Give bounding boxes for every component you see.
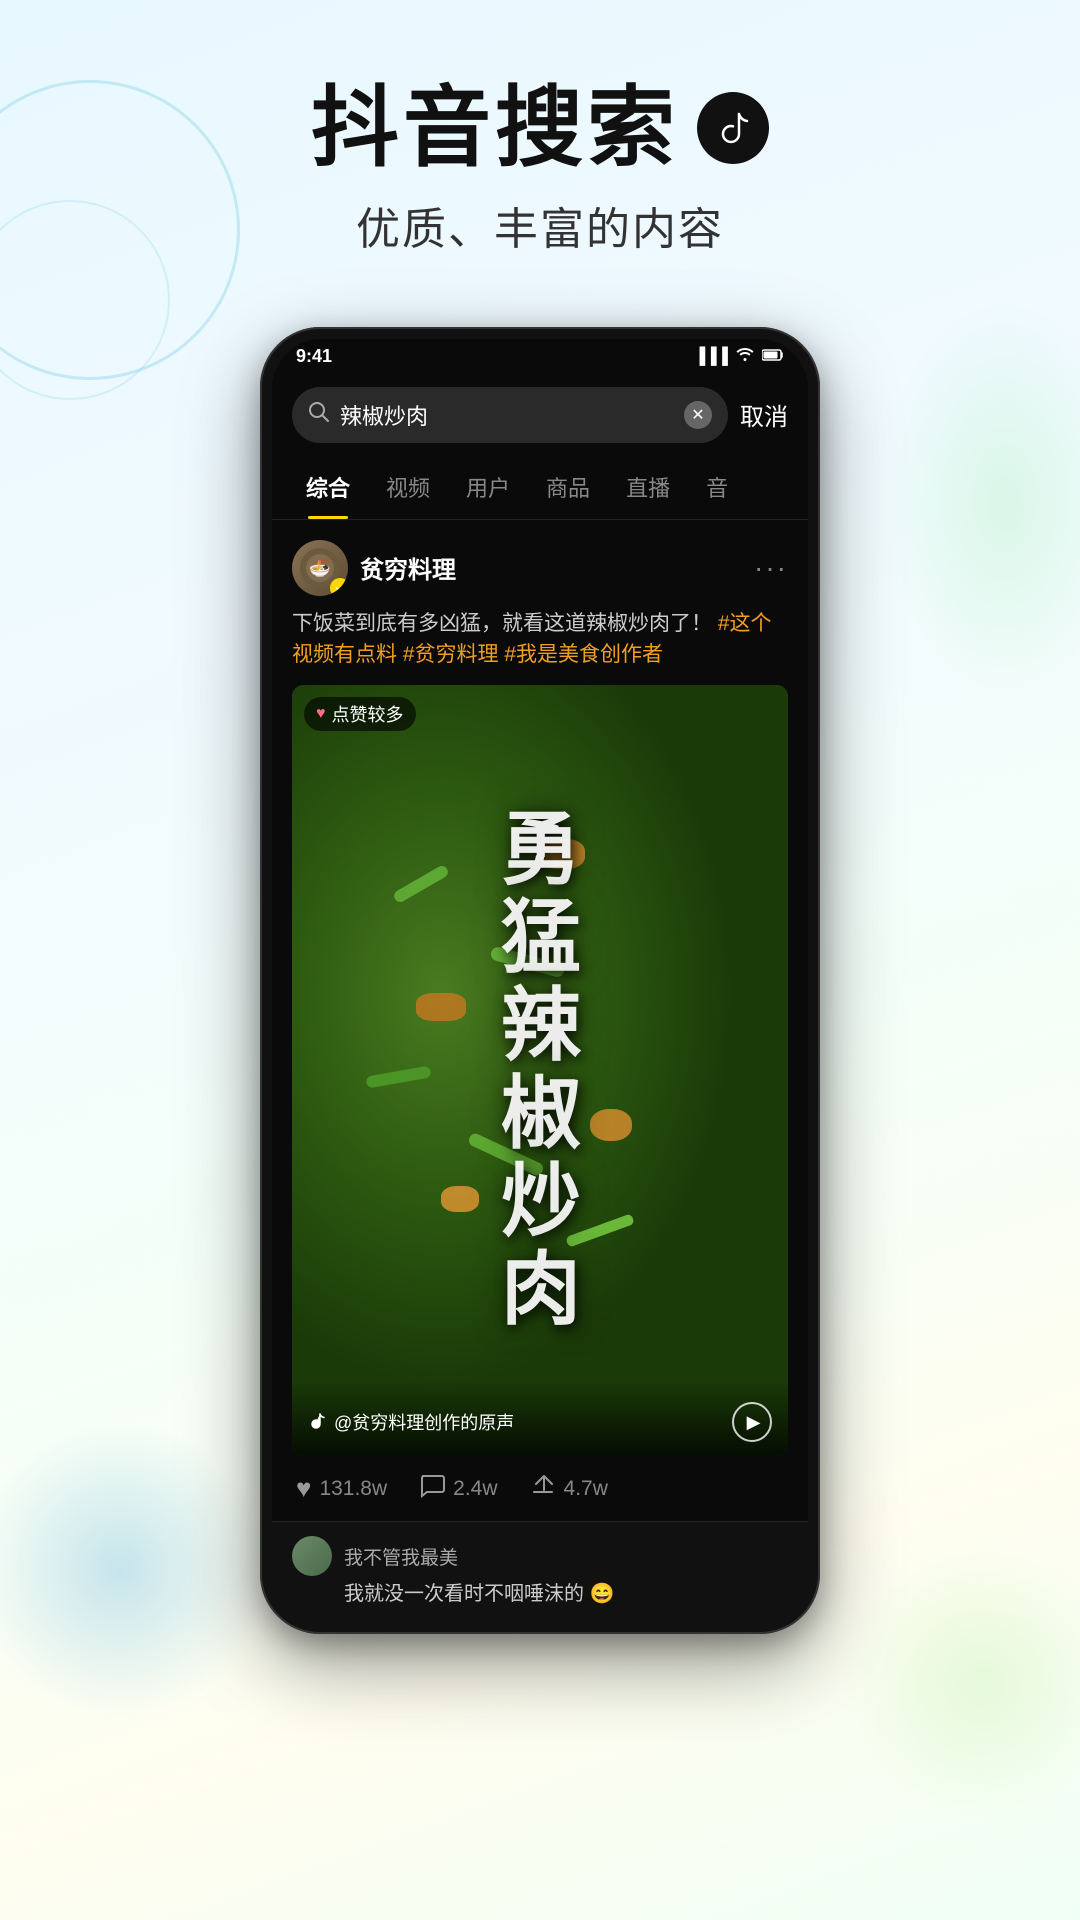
- tab-audio[interactable]: 音: [688, 455, 746, 519]
- video-source: @贫穷料理创作的原声: [308, 1409, 514, 1435]
- play-button[interactable]: ▶: [732, 1402, 772, 1442]
- food-image: 勇猛辣椒炒肉: [292, 685, 788, 1457]
- tabs-container: 综合 视频 用户 商品 直播 音: [272, 455, 808, 520]
- search-bar-container: 辣椒炒肉 ✕ 取消: [272, 375, 808, 455]
- phone-wrapper: 9:41 ▐▐▐: [0, 307, 1080, 1655]
- main-title: 抖音搜索: [0, 80, 1080, 177]
- header-section: 抖音搜索 优质、丰富的内容: [0, 0, 1080, 307]
- video-container[interactable]: ♥ 点赞较多: [292, 685, 788, 1457]
- video-source-text: @贫穷料理创作的原声: [334, 1409, 514, 1435]
- comment-text: 我就没一次看时不咽唾沫的 😄: [292, 1580, 788, 1608]
- like-icon: ♥: [296, 1473, 311, 1504]
- status-time: 9:41: [296, 346, 332, 367]
- comment-count: 2.4w: [453, 1477, 497, 1501]
- video-badge: ♥ 点赞较多: [304, 697, 416, 731]
- like-button[interactable]: ♥ 131.8w: [296, 1473, 387, 1504]
- heart-badge-icon: ♥: [316, 705, 326, 723]
- wifi-icon: [736, 347, 754, 366]
- comment-username: 我不管我最美: [344, 1543, 458, 1570]
- tiktok-mini-icon: [308, 1411, 326, 1434]
- more-options-button[interactable]: ···: [754, 552, 788, 584]
- food-background: 勇猛辣椒炒肉: [292, 685, 788, 1457]
- title-text: 抖音搜索: [311, 80, 679, 177]
- share-icon: [530, 1472, 556, 1505]
- video-bottom-bar: @贫穷料理创作的原声 ▶: [292, 1382, 788, 1456]
- comment-button[interactable]: 2.4w: [419, 1472, 497, 1505]
- battery-icon: [762, 348, 784, 366]
- video-badge-text: 点赞较多: [332, 701, 404, 727]
- user-info: 🍜 贫穷料理: [292, 540, 456, 596]
- tab-user[interactable]: 用户: [448, 455, 528, 519]
- share-button[interactable]: 4.7w: [530, 1472, 608, 1505]
- hashtag-2[interactable]: #贫穷料理: [403, 643, 499, 666]
- play-icon: ▶: [747, 1412, 761, 1433]
- tab-product[interactable]: 商品: [528, 455, 608, 519]
- post-text: 下饭菜到底有多凶猛，就看这道辣椒炒肉了！ #这个视频有点料 #贫穷料理 #我是美…: [292, 608, 788, 671]
- content-area: 🍜 贫穷料理 ···: [272, 520, 808, 1522]
- search-cancel-button[interactable]: 取消: [740, 397, 788, 432]
- signal-icon: ▐▐▐: [694, 348, 728, 366]
- comment-avatar: [292, 1536, 332, 1576]
- post-username: 贫穷料理: [360, 550, 456, 585]
- tab-live[interactable]: 直播: [608, 455, 688, 519]
- comment-icon: [419, 1472, 445, 1505]
- hashtag-3[interactable]: #我是美食创作者: [504, 643, 663, 666]
- status-bar: 9:41 ▐▐▐: [272, 339, 808, 375]
- search-query-text: 辣椒炒肉: [340, 399, 674, 431]
- comment-section: 我不管我最美 我就没一次看时不咽唾沫的 😄: [272, 1521, 808, 1622]
- search-icon: [308, 401, 330, 429]
- user-avatar: 🍜: [292, 540, 348, 596]
- phone-frame: 9:41 ▐▐▐: [260, 327, 820, 1635]
- like-count: 131.8w: [319, 1477, 387, 1501]
- calligraphy-text: 勇猛辣椒炒肉: [501, 807, 579, 1335]
- verified-badge: [330, 578, 348, 596]
- tab-comprehensive[interactable]: 综合: [288, 455, 368, 519]
- calligraphy-overlay: 勇猛辣椒炒肉: [292, 685, 788, 1457]
- search-clear-button[interactable]: ✕: [684, 401, 712, 429]
- tab-video[interactable]: 视频: [368, 455, 448, 519]
- subtitle-text: 优质、丰富的内容: [0, 193, 1080, 257]
- interaction-bar: ♥ 131.8w 2.4w: [292, 1456, 788, 1521]
- post-header: 🍜 贫穷料理 ···: [292, 540, 788, 596]
- phone-screen: 9:41 ▐▐▐: [272, 339, 808, 1623]
- search-input-box[interactable]: 辣椒炒肉 ✕: [292, 387, 728, 443]
- status-icons: ▐▐▐: [694, 347, 784, 366]
- tiktok-logo-icon: [697, 92, 769, 164]
- post-main-text: 下饭菜到底有多凶猛，就看这道辣椒炒肉了！: [292, 612, 712, 635]
- share-count: 4.7w: [564, 1477, 608, 1501]
- svg-text:🍜: 🍜: [309, 558, 331, 578]
- comment-user-row: 我不管我最美: [292, 1536, 788, 1576]
